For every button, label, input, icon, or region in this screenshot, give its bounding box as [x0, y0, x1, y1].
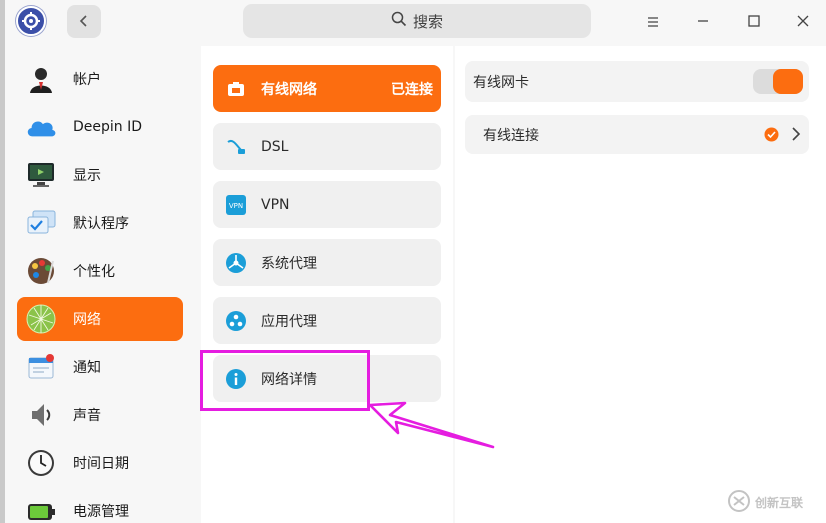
wired-connection-label: 有线连接 — [483, 127, 539, 144]
sidebar-item-display[interactable]: 显示 — [17, 153, 183, 197]
maximize-button[interactable] — [741, 9, 767, 35]
sidebar: 帐户 Deepin ID 显示 默认程序 个性化 网络 通知 声音 时间日期 电… — [5, 46, 193, 523]
sidebar-item-label: 个性化 — [73, 264, 115, 280]
sidebar-item-label: 默认程序 — [73, 216, 129, 232]
connection-status: 已连接 — [391, 81, 433, 98]
search-input[interactable]: 搜索 — [243, 4, 591, 38]
title-bar: 搜索 — [5, 0, 826, 46]
chevron-right-icon — [791, 126, 801, 146]
svg-text:VPN: VPN — [229, 202, 243, 210]
minimize-button[interactable] — [690, 9, 716, 35]
close-button[interactable] — [790, 9, 816, 35]
search-placeholder: 搜索 — [412, 12, 443, 31]
sidebar-item-deepin-id[interactable]: Deepin ID — [17, 105, 183, 149]
connected-check-icon — [764, 127, 779, 146]
wired-connection-row[interactable]: 有线连接 — [465, 115, 809, 154]
wired-network-icon — [225, 78, 247, 100]
mid-item-label: 系统代理 — [261, 255, 317, 272]
mid-item-label: DSL — [261, 138, 289, 155]
watermark: 创新互联 — [727, 482, 826, 523]
minimize-icon — [696, 13, 710, 32]
watermark-text: 创新互联 — [755, 496, 804, 510]
app-proxy-icon — [225, 310, 247, 332]
sidebar-item-account[interactable]: 帐户 — [17, 57, 183, 101]
sidebar-item-label: 网络 — [73, 312, 101, 328]
wired-card-label: 有线网卡 — [473, 74, 529, 91]
watermark-logo-icon — [727, 489, 751, 517]
menu-button[interactable] — [640, 9, 666, 35]
control-center-logo-icon — [16, 6, 46, 36]
wired-card-row: 有线网卡 — [465, 61, 809, 102]
sidebar-item-label: 显示 — [73, 168, 101, 184]
annotation-highlight-box — [200, 350, 370, 411]
mid-item-system-proxy[interactable]: 系统代理 — [213, 239, 441, 286]
sidebar-item-label: 时间日期 — [73, 456, 129, 472]
default-apps-icon — [25, 207, 57, 239]
sidebar-item-label: 电源管理 — [73, 504, 129, 520]
wired-card-toggle[interactable] — [753, 69, 803, 94]
toggle-knob — [773, 69, 803, 94]
cloud-icon — [25, 111, 57, 143]
sidebar-item-personalization[interactable]: 个性化 — [17, 249, 183, 293]
mid-item-vpn[interactable]: VPN VPN — [213, 181, 441, 228]
search-icon — [391, 11, 407, 31]
sidebar-item-label: 帐户 — [73, 72, 101, 88]
sidebar-item-default-apps[interactable]: 默认程序 — [17, 201, 183, 245]
sidebar-item-power[interactable]: 电源管理 — [17, 489, 183, 523]
wired-settings-panel: 有线网卡 有线连接 — [455, 46, 826, 523]
monitor-icon — [25, 159, 57, 191]
maximize-icon — [747, 13, 761, 32]
sidebar-item-notification[interactable]: 通知 — [17, 345, 183, 389]
dsl-icon — [225, 136, 247, 158]
notification-icon — [25, 351, 57, 383]
speaker-icon — [25, 399, 57, 431]
menu-icon — [646, 13, 660, 32]
system-proxy-icon — [225, 252, 247, 274]
back-button[interactable] — [67, 5, 101, 38]
close-icon — [796, 13, 810, 32]
vpn-icon: VPN — [225, 194, 247, 216]
network-globe-icon — [25, 303, 57, 335]
sidebar-item-label: Deepin ID — [73, 119, 143, 135]
chevron-left-icon — [78, 12, 90, 31]
battery-icon — [25, 495, 57, 523]
sidebar-item-network[interactable]: 网络 — [17, 297, 183, 341]
mid-item-label: 有线网络 — [261, 81, 317, 98]
mid-item-label: VPN — [261, 196, 290, 213]
annotation-arrow-icon — [368, 401, 495, 449]
clock-icon — [25, 447, 57, 479]
sidebar-item-label: 声音 — [73, 408, 101, 424]
account-avatar-icon — [25, 63, 57, 95]
sidebar-item-label: 通知 — [73, 360, 101, 376]
palette-icon — [25, 255, 57, 287]
sidebar-item-sound[interactable]: 声音 — [17, 393, 183, 437]
mid-item-label: 应用代理 — [261, 313, 317, 330]
mid-item-dsl[interactable]: DSL — [213, 123, 441, 170]
mid-item-wired[interactable]: 有线网络 已连接 — [213, 65, 441, 112]
sidebar-item-datetime[interactable]: 时间日期 — [17, 441, 183, 485]
mid-item-app-proxy[interactable]: 应用代理 — [213, 297, 441, 344]
